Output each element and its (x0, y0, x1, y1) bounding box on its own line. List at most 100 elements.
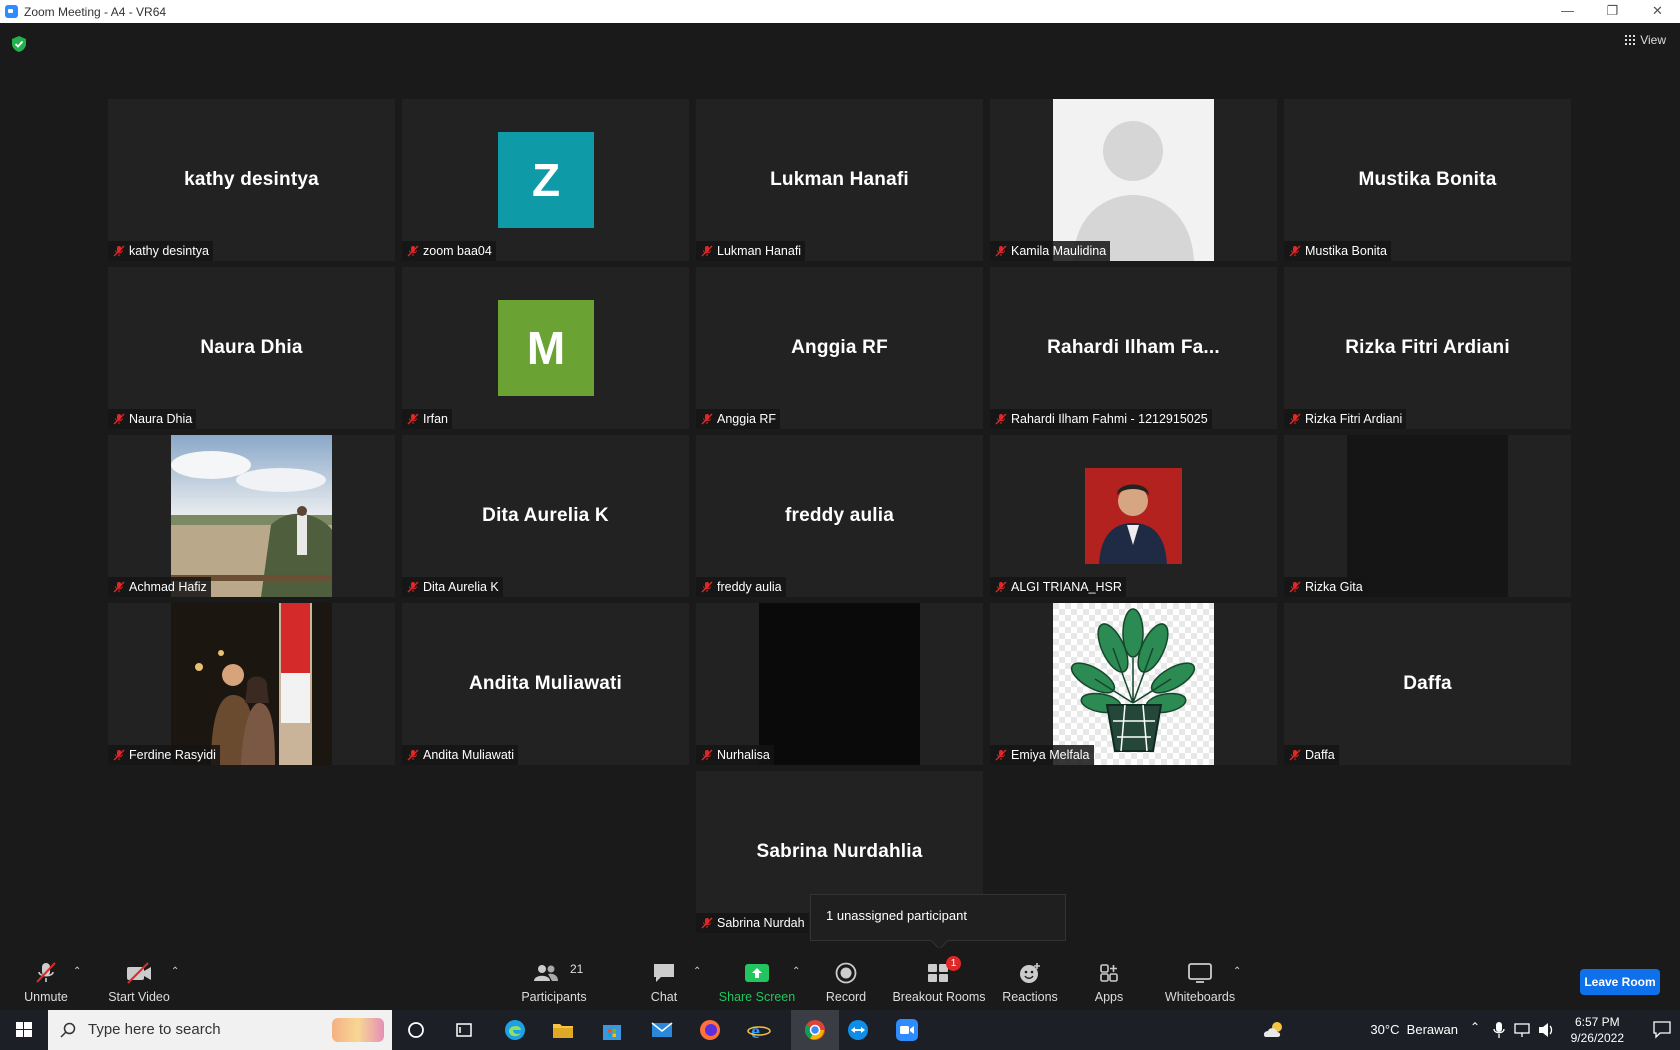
participant-tile[interactable]: Rizka Gita (1284, 435, 1571, 597)
zoom-taskbar-icon[interactable] (895, 1018, 919, 1042)
reactions-button[interactable]: Reactions (999, 948, 1061, 1010)
participant-tile[interactable]: Mustika Bonita Mustika Bonita (1284, 99, 1571, 261)
record-icon (835, 962, 857, 984)
chat-options-chevron-icon[interactable]: ⌃ (693, 966, 701, 977)
participant-name: Achmad Hafiz (129, 580, 207, 594)
muted-mic-icon (113, 581, 125, 593)
muted-mic-icon (1289, 581, 1301, 593)
breakout-rooms-button[interactable]: 1 Breakout Rooms (892, 948, 986, 1010)
participant-tile[interactable]: Lukman Hanafi Lukman Hanafi (696, 99, 983, 261)
network-icon[interactable] (1514, 1022, 1532, 1038)
cortana-icon[interactable] (404, 1018, 428, 1042)
apps-icon (1100, 964, 1118, 982)
participant-name: freddy aulia (717, 580, 782, 594)
video-gallery: View kathy desintya kathy desintya Zzoom b… (0, 23, 1680, 948)
whiteboards-label: Whiteboards (1164, 990, 1236, 1004)
participant-tile[interactable]: Achmad Hafiz (108, 435, 395, 597)
breakout-rooms-label: Breakout Rooms (892, 990, 986, 1004)
unmute-button[interactable]: Unmute (16, 948, 76, 1010)
participant-tile[interactable]: M Irfan (402, 267, 689, 429)
record-button[interactable]: Record (816, 948, 876, 1010)
windows-taskbar: Type here to search e 30°C Berawan ⌃ 6:5… (0, 1010, 1680, 1050)
participant-tile[interactable]: Emiya Melfala (990, 603, 1277, 765)
participant-avatar: M (498, 300, 594, 396)
firefox-icon[interactable] (698, 1018, 722, 1042)
audio-options-chevron-icon[interactable]: ⌃ (73, 966, 81, 977)
muted-mic-icon (1289, 749, 1301, 761)
chrome-icon (804, 1020, 825, 1040)
chat-button[interactable]: Chat (634, 948, 694, 1010)
weather-text[interactable]: 30°C Berawan (1370, 1022, 1458, 1037)
participant-tile[interactable]: Zzoom baa04 (402, 99, 689, 261)
close-button[interactable]: ✕ (1635, 0, 1680, 23)
file-explorer-icon[interactable] (551, 1018, 575, 1042)
tray-chevron-icon[interactable]: ⌃ (1470, 1020, 1480, 1034)
participant-tile[interactable]: ALGI TRIANA_HSR (990, 435, 1277, 597)
taskbar-search-box[interactable]: Type here to search (48, 1010, 392, 1050)
participant-tile[interactable]: Naura Dhia Naura Dhia (108, 267, 395, 429)
start-video-button[interactable]: Start Video (104, 948, 174, 1010)
participant-video-image (1053, 99, 1214, 261)
participant-video-image (1053, 603, 1214, 765)
search-icon (60, 1022, 76, 1038)
participant-name: zoom baa04 (423, 244, 492, 258)
internet-explorer-icon[interactable]: e (747, 1018, 771, 1042)
participant-tile[interactable]: Nurhalisa (696, 603, 983, 765)
mail-icon[interactable] (650, 1018, 674, 1042)
teamviewer-icon[interactable] (846, 1018, 870, 1042)
taskbar-clock[interactable]: 6:57 PM 9/26/2022 (1571, 1014, 1624, 1046)
participant-tile[interactable]: kathy desintya kathy desintya (108, 99, 395, 261)
video-options-chevron-icon[interactable]: ⌃ (171, 966, 179, 977)
participant-tile[interactable]: Rahardi Ilham Fa... Rahardi Ilham Fahmi -… (990, 267, 1277, 429)
participant-name-label: freddy aulia (696, 577, 786, 597)
chrome-taskbar-item[interactable] (791, 1010, 839, 1050)
search-placeholder: Type here to search (88, 1021, 221, 1038)
participant-display-name: Rizka Fitri Ardiani (1345, 337, 1510, 358)
breakout-tooltip: 1 unassigned participant (810, 894, 1066, 941)
share-options-chevron-icon[interactable]: ⌃ (792, 966, 800, 977)
muted-mic-icon (407, 245, 419, 257)
share-screen-button[interactable]: Share Screen (717, 948, 797, 1010)
participant-tile[interactable]: freddy aulia freddy aulia (696, 435, 983, 597)
participant-tile[interactable]: Dita Aurelia K Dita Aurelia K (402, 435, 689, 597)
muted-mic-icon (701, 413, 713, 425)
windows-start-icon[interactable] (0, 1010, 48, 1050)
volume-icon[interactable] (1538, 1022, 1556, 1038)
notifications-icon[interactable] (1652, 1019, 1672, 1039)
weather-cloud-icon[interactable] (1262, 1019, 1288, 1041)
participant-name: kathy desintya (129, 244, 209, 258)
muted-mic-icon (701, 581, 713, 593)
participant-tile[interactable]: Andita Muliawati Andita Muliawati (402, 603, 689, 765)
participant-video-image (1347, 435, 1508, 597)
participant-video-image (759, 603, 920, 765)
view-button[interactable]: View (1625, 33, 1666, 47)
video-off-icon (127, 962, 151, 984)
microphone-tray-icon[interactable] (1492, 1021, 1506, 1039)
microsoft-store-icon[interactable] (600, 1018, 624, 1042)
participant-display-name: kathy desintya (184, 169, 319, 190)
whiteboards-button[interactable]: Whiteboards (1162, 948, 1238, 1010)
participant-name-label: Emiya Melfala (990, 745, 1094, 765)
minimize-button[interactable]: — (1545, 0, 1590, 23)
encryption-shield-icon[interactable] (12, 36, 26, 52)
participants-button[interactable]: 21 Participants (514, 948, 594, 1010)
whiteboards-options-chevron-icon[interactable]: ⌃ (1233, 966, 1241, 977)
participant-name: Sabrina Nurdah (717, 916, 805, 930)
participant-tile[interactable]: Kamila Maulidina (990, 99, 1277, 261)
restore-button[interactable]: ❐ (1590, 0, 1635, 23)
participant-tile[interactable]: Ferdine Rasyidi (108, 603, 395, 765)
participant-tile[interactable]: Daffa Daffa (1284, 603, 1571, 765)
participant-tile[interactable]: Anggia RF Anggia RF (696, 267, 983, 429)
task-view-icon[interactable] (452, 1018, 476, 1042)
participant-name-label: Achmad Hafiz (108, 577, 211, 597)
participant-name-label: Naura Dhia (108, 409, 197, 429)
leave-room-button[interactable]: Leave Room (1580, 969, 1660, 995)
edge-icon[interactable] (503, 1018, 527, 1042)
participant-name: ALGI TRIANA_HSR (1011, 580, 1122, 594)
apps-button[interactable]: Apps (1079, 948, 1139, 1010)
participant-name: Rizka Fitri Ardiani (1305, 412, 1403, 426)
participant-name: Lukman Hanafi (717, 244, 802, 258)
participant-tile[interactable]: Rizka Fitri Ardiani Rizka Fitri Ardiani (1284, 267, 1571, 429)
svg-text:e: e (751, 1021, 760, 1042)
participant-name-label: kathy desintya (108, 241, 213, 261)
